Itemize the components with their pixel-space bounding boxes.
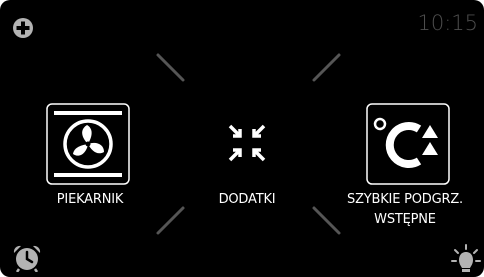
deco-line-bottom-left: [156, 206, 185, 235]
fast-preheat-mode-button[interactable]: SZYBKIE PODGRZ. WSTĘPNE: [330, 98, 480, 238]
extras-mode-button[interactable]: DODATKI: [192, 98, 302, 218]
deco-line-top-right: [312, 53, 341, 82]
extras-mode-label: DODATKI: [218, 192, 276, 207]
degree-celsius-up-icon: [366, 103, 450, 185]
arrows-inward-icon: [228, 124, 266, 162]
fast-preheat-mode-label-line1: SZYBKIE PODGRZ.: [347, 192, 463, 207]
fast-preheat-mode-label-line2: WSTĘPNE: [374, 212, 436, 227]
fan-icon: [46, 103, 130, 185]
alarm-clock-icon[interactable]: [12, 244, 42, 272]
oven-mode-label: PIEKARNIK: [56, 192, 124, 207]
oven-mode-button[interactable]: PIEKARNIK: [30, 98, 150, 218]
oven-light-icon[interactable]: [451, 244, 481, 274]
oven-control-screen: 10:15 PIEKARNIK DODATKI SZYBKIE PODGRZ. …: [0, 0, 484, 277]
deco-line-top-left: [156, 53, 185, 82]
